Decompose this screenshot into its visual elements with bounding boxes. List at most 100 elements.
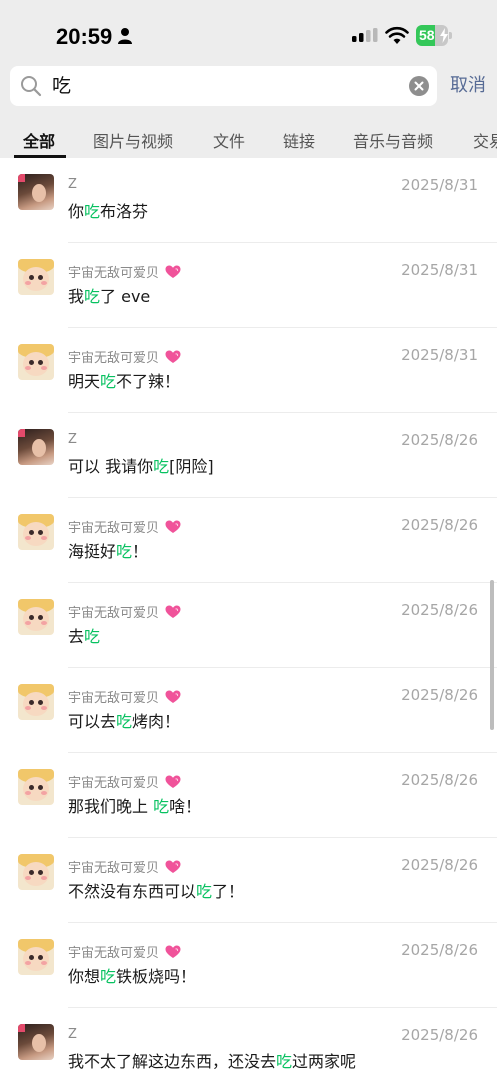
message-text: 你吃布洛芬 xyxy=(68,198,148,222)
avatar-cheek xyxy=(41,366,47,370)
avatar-eye xyxy=(29,360,34,365)
result-row[interactable]: 宇宙无敌可爱贝 2025/8/26 去吃 xyxy=(0,583,497,668)
message-text: 我不太了解这边东西，还没去吃过两家呢 xyxy=(68,1048,356,1072)
message-text-before: 可以去 xyxy=(68,712,117,731)
message-text-after: 了！ xyxy=(212,882,245,901)
message-text-before: 可以 我请你 xyxy=(68,457,154,476)
sender-name: Z xyxy=(68,432,77,447)
signal-icon xyxy=(352,28,378,42)
message-text: 可以 我请你吃[阴险] xyxy=(68,453,214,477)
message-text-match: 吃 xyxy=(84,202,101,221)
avatar-cheek xyxy=(25,536,31,540)
tab-music-audio[interactable]: 音乐与音频 xyxy=(353,128,433,152)
message-text-before: 海挺好 xyxy=(68,542,117,561)
battery-body: 58 xyxy=(416,25,448,46)
battery-indicator: 58 xyxy=(416,25,452,46)
sender-name: 宇宙无敌可爱贝 xyxy=(68,517,181,536)
sender-name: Z xyxy=(68,177,77,192)
avatar-cheek xyxy=(41,791,47,795)
avatar-eye xyxy=(38,615,43,620)
tab-links[interactable]: 链接 xyxy=(283,128,315,152)
sender-name-text: 宇宙无敌可爱贝 xyxy=(68,691,160,706)
avatar-face xyxy=(23,607,49,631)
result-row[interactable]: 宇宙无敌可爱贝 2025/8/26 那我们晚上 吃啥！ xyxy=(0,753,497,838)
avatar-eye xyxy=(29,700,34,705)
avatar-z xyxy=(18,1024,54,1060)
message-text-before: 去 xyxy=(68,627,85,646)
message-text: 不然没有东西可以吃了！ xyxy=(68,878,244,902)
search-input[interactable]: 吃 xyxy=(52,66,71,106)
result-row[interactable]: 宇宙无敌可爱贝 2025/8/31 明天吃不了辣！ xyxy=(0,328,497,413)
message-text-match: 吃 xyxy=(84,287,101,306)
search-results-list: Z 2025/8/31 你吃布洛芬 宇宙无敌可爱贝 2025/8/31 我吃了 … xyxy=(0,158,497,1080)
message-text-match: 吃 xyxy=(276,1052,293,1071)
sender-name: Z xyxy=(68,1027,77,1042)
clear-search-icon[interactable] xyxy=(409,76,429,96)
sender-name: 宇宙无敌可爱贝 xyxy=(68,772,181,791)
avatar-cheek xyxy=(41,281,47,285)
message-date: 2025/8/26 xyxy=(401,771,478,789)
search-icon xyxy=(21,76,42,97)
message-text-match: 吃 xyxy=(100,967,117,986)
message-date: 2025/8/31 xyxy=(401,176,478,194)
message-text-before: 我 xyxy=(68,287,85,306)
sender-name: 宇宙无敌可爱贝 xyxy=(68,942,181,961)
message-text-before: 那我们晚上 xyxy=(68,797,154,816)
message-text-after: ！ xyxy=(132,542,149,561)
tab-transactions[interactable]: 交易 xyxy=(473,128,497,152)
result-row[interactable]: Z 2025/8/26 我不太了解这边东西，还没去吃过两家呢 xyxy=(0,1008,497,1080)
sender-name-text: 宇宙无敌可爱贝 xyxy=(68,521,160,536)
result-row[interactable]: Z 2025/8/26 可以 我请你吃[阴险] xyxy=(0,413,497,498)
tab-files[interactable]: 文件 xyxy=(213,128,245,152)
sender-name-text: 宇宙无敌可爱贝 xyxy=(68,776,160,791)
message-text-after: [阴险] xyxy=(169,457,214,476)
avatar-eye xyxy=(29,615,34,620)
search-box[interactable]: 吃 xyxy=(10,66,437,106)
avatar-eye xyxy=(38,955,43,960)
scrollbar[interactable] xyxy=(490,580,494,730)
avatar-face xyxy=(23,692,49,716)
result-row[interactable]: 宇宙无敌可爱贝 2025/8/26 海挺好吃！ xyxy=(0,498,497,583)
result-row[interactable]: 宇宙无敌可爱贝 2025/8/26 你想吃铁板烧吗！ xyxy=(0,923,497,1008)
avatar-face xyxy=(32,1034,46,1052)
tab-all[interactable]: 全部 xyxy=(23,128,55,152)
avatar-face xyxy=(32,439,46,457)
avatar-baby xyxy=(18,769,54,805)
avatar-baby xyxy=(18,514,54,550)
message-date: 2025/8/26 xyxy=(401,431,478,449)
sender-name-text: Z xyxy=(68,1027,77,1042)
avatar-cheek xyxy=(25,876,31,880)
message-text-match: 吃 xyxy=(153,797,170,816)
cancel-button[interactable]: 取消 xyxy=(450,72,486,100)
message-text-after: 了 eve xyxy=(100,287,151,306)
message-text-match: 吃 xyxy=(153,457,170,476)
message-text-after: 过两家呢 xyxy=(292,1052,357,1071)
avatar-eye xyxy=(29,275,34,280)
sender-name-text: Z xyxy=(68,432,77,447)
result-row[interactable]: Z 2025/8/31 你吃布洛芬 xyxy=(0,158,497,243)
tab-images-videos[interactable]: 图片与视频 xyxy=(93,128,173,152)
message-text-before: 你 xyxy=(68,202,85,221)
avatar-baby xyxy=(18,344,54,380)
avatar-eye xyxy=(38,785,43,790)
message-text-after: 铁板烧吗！ xyxy=(116,967,197,986)
result-row[interactable]: 宇宙无敌可爱贝 2025/8/26 不然没有东西可以吃了！ xyxy=(0,838,497,923)
avatar-eye xyxy=(38,700,43,705)
status-time: 20:59 xyxy=(56,24,113,49)
message-text-match: 吃 xyxy=(116,712,133,731)
avatar-baby xyxy=(18,259,54,295)
avatar-z xyxy=(18,429,54,465)
avatar-face xyxy=(23,947,49,971)
filter-tabs: 全部 图片与视频 文件 链接 音乐与音频 交易 xyxy=(0,118,497,158)
wifi-icon xyxy=(385,26,409,44)
avatar-cheek xyxy=(41,536,47,540)
avatar-eye xyxy=(29,785,34,790)
sender-name: 宇宙无敌可爱贝 xyxy=(68,687,181,706)
avatar-cheek xyxy=(25,706,31,710)
result-row[interactable]: 宇宙无敌可爱贝 2025/8/31 我吃了 eve xyxy=(0,243,497,328)
result-row[interactable]: 宇宙无敌可爱贝 2025/8/26 可以去吃烤肉！ xyxy=(0,668,497,753)
avatar-cheek xyxy=(41,876,47,880)
sender-name-text: 宇宙无敌可爱贝 xyxy=(68,946,160,961)
sender-name-text: 宇宙无敌可爱贝 xyxy=(68,861,160,876)
heart-icon xyxy=(165,265,181,278)
